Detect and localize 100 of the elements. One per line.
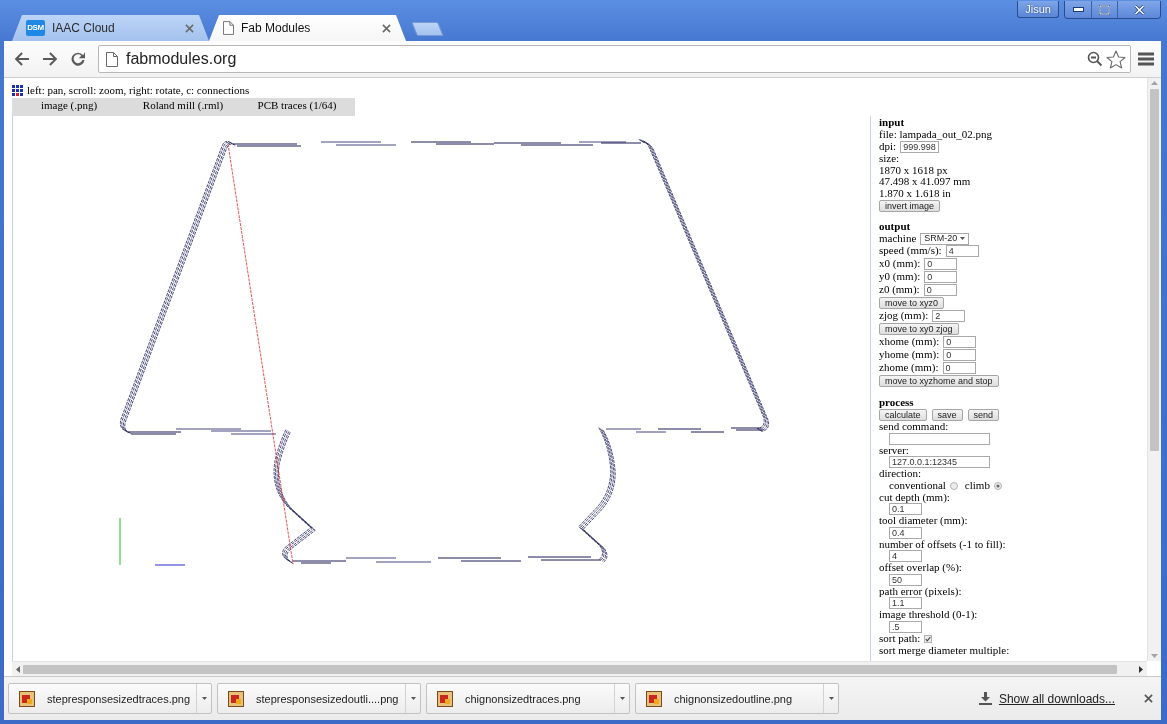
panel-button[interactable]: move to xyz0 (879, 297, 945, 309)
value-field[interactable]: 127.0.0.1:12345 (889, 456, 990, 468)
star-icon[interactable] (1106, 49, 1126, 69)
value-field[interactable]: 0 (924, 258, 958, 270)
section-heading: output (879, 221, 912, 233)
caret-icon[interactable] (619, 697, 625, 700)
browser-tab[interactable]: DSM IAAC Cloud (12, 15, 209, 41)
field-label: offset overlap (%): (879, 562, 963, 574)
show-all-downloads-link[interactable]: Show all downloads... (978, 691, 1115, 706)
value-field[interactable]: 2 (932, 310, 966, 322)
panel-button[interactable]: move to xy0 zjog (879, 323, 959, 335)
module-tab[interactable]: PCB traces (1/64) (240, 98, 354, 116)
value-field[interactable] (889, 432, 990, 445)
panel-text: size: (879, 153, 901, 165)
value-field[interactable]: 4 (945, 245, 979, 257)
value-field[interactable]: 50 (889, 573, 922, 586)
browser-tab[interactable]: Fab Modules (209, 15, 406, 41)
value-field[interactable]: 0.4 (889, 526, 922, 539)
download-item[interactable]: chignonsizedoutline.png (635, 683, 839, 714)
field-label: cut depth (mm): (879, 491, 951, 503)
page-icon (223, 21, 234, 35)
field-label: speed (mm/s): (879, 245, 942, 257)
panel-text: 1870 x 1618 px (879, 164, 949, 176)
value-field[interactable]: 0 (943, 336, 977, 348)
machine-select[interactable]: SRM-20 (920, 232, 970, 245)
image-file-icon (19, 690, 35, 707)
download-icon (978, 692, 992, 705)
option-label: climb (964, 479, 990, 492)
menu-icon[interactable] (1138, 52, 1154, 66)
scroll-right-arrow-icon[interactable] (1139, 665, 1143, 673)
field-label: dpi: (879, 140, 897, 153)
image-file-icon (646, 690, 662, 707)
download-item[interactable]: chignonsizedtraces.png (426, 683, 630, 714)
module-tab[interactable]: Roland mill (.rml) (126, 98, 240, 116)
value-field[interactable]: 0 (943, 349, 977, 361)
hint-text: left: pan, scroll: zoom, right: rotate, c: connections (27, 84, 250, 96)
field-label: xhome (mm): (879, 336, 940, 348)
grid-icon (12, 84, 23, 96)
forward-arrow-icon[interactable] (41, 50, 59, 68)
close-icon[interactable] (185, 23, 194, 33)
value-field[interactable]: 1.1 (889, 597, 922, 609)
x-axis-line (154, 564, 186, 566)
section-heading: process (879, 396, 915, 408)
checkbox[interactable] (924, 634, 933, 643)
panel-button[interactable]: invert image (879, 199, 941, 212)
field-label: yhome (mm): (879, 349, 940, 361)
address-field[interactable]: fabmodules.org (98, 45, 1131, 73)
minimize-icon (1072, 7, 1084, 12)
field-label: y0 (mm): (879, 271, 921, 283)
reload-icon[interactable] (69, 50, 87, 68)
panel-text: file: lampada_out_02.png (879, 128, 994, 140)
panel-button[interactable]: send (967, 408, 1000, 421)
value-field[interactable]: 0 (923, 284, 957, 296)
download-item[interactable]: stepresponsesizedoutli....png (217, 683, 421, 714)
new-tab-button[interactable] (411, 22, 444, 36)
field-label: server: (879, 444, 910, 456)
panel-button[interactable]: move to xyzhome and stop (879, 375, 999, 387)
module-tab[interactable]: image (.png) (12, 98, 126, 116)
back-arrow-icon[interactable] (13, 50, 31, 68)
radio-button[interactable] (993, 481, 1002, 490)
download-item[interactable]: stepresponsesizedtraces.png (8, 683, 212, 714)
field-label: send command: (879, 421, 950, 433)
field-label: machine (879, 232, 917, 245)
close-icon (1133, 4, 1145, 15)
horizontal-scrollbar[interactable] (12, 661, 1147, 676)
scrollbar-thumb[interactable] (23, 664, 1117, 674)
value-field[interactable]: 4 (889, 550, 922, 562)
scrollbar-thumb[interactable] (1150, 89, 1159, 451)
field-label: x0 (mm): (879, 258, 921, 270)
caret-icon[interactable] (960, 237, 966, 240)
page-icon (106, 51, 118, 67)
minimize-button[interactable] (1065, 1, 1091, 18)
field-label: image threshold (0-1): (879, 609, 979, 621)
value-field[interactable]: .5 (889, 620, 922, 633)
field-label: direction: (879, 468, 923, 480)
panel-button[interactable]: save (931, 408, 963, 421)
vertical-scrollbar[interactable] (1147, 78, 1161, 661)
caret-icon[interactable] (201, 697, 207, 700)
close-icon[interactable] (382, 23, 391, 33)
option-label: conventional (889, 479, 946, 492)
caret-icon[interactable] (828, 697, 834, 700)
scroll-left-arrow-icon[interactable] (16, 665, 20, 673)
value-field[interactable]: 0 (942, 362, 976, 374)
close-button[interactable] (1117, 1, 1160, 18)
close-icon[interactable] (1144, 694, 1153, 703)
radio-button[interactable] (949, 481, 958, 490)
image-file-icon (437, 690, 453, 707)
value-field[interactable]: 0 (924, 271, 958, 283)
field-label: zhome (mm): (879, 362, 939, 374)
caret-icon[interactable] (410, 697, 416, 700)
panel-text: sort merge diameter multiple: (879, 644, 1011, 656)
panel-button[interactable]: calculate (879, 408, 927, 421)
panel-text: 47.498 x 41.097 mm (879, 176, 972, 188)
maximize-icon (1099, 4, 1110, 15)
panel-text: 1.870 x 1.618 in (879, 187, 952, 199)
value-field[interactable]: 0.1 (889, 503, 922, 515)
value-field[interactable]: 999.998 (900, 140, 939, 153)
zoom-out-icon[interactable] (1087, 51, 1103, 67)
image-file-icon (228, 690, 244, 707)
field-label: path error (pixels): (879, 585, 963, 597)
